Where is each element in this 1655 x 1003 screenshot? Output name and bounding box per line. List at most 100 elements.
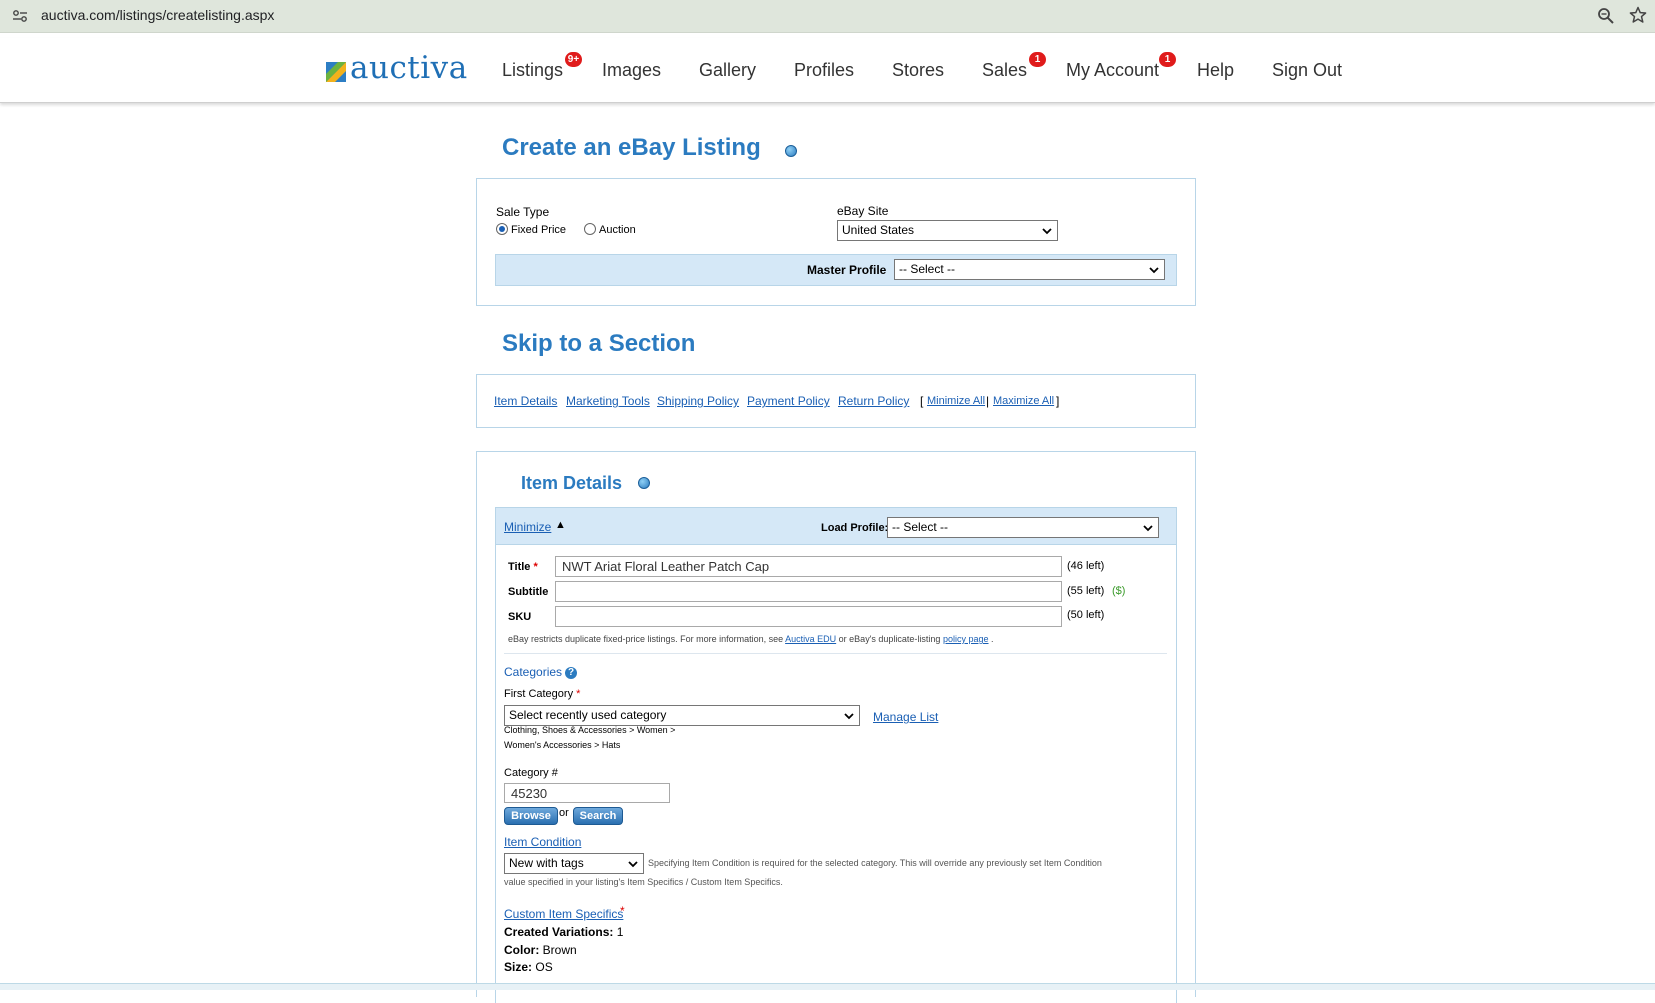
chevron-down-icon [844,712,854,719]
title-chars-left: (46 left) [1067,560,1105,572]
info-icon[interactable] [785,145,797,157]
ebay-site-select[interactable]: United States [837,220,1058,241]
master-profile-label: Master Profile [807,263,887,277]
nav-images[interactable]: Images [602,60,661,81]
dup-note-text-2: or eBay's duplicate-listing [838,634,941,644]
nav-gallery[interactable]: Gallery [699,60,756,81]
custom-item-specifics-link[interactable]: Custom Item Specifics [504,907,623,921]
chevron-down-icon [1143,524,1153,531]
created-variations-value: 1 [616,925,624,939]
minimize-link[interactable]: Minimize [504,520,551,534]
skip-link-marketing-tools[interactable]: Marketing Tools [566,394,650,408]
master-profile-bar: Master Profile -- Select -- [495,254,1177,286]
skip-link-payment-policy[interactable]: Payment Policy [747,394,830,408]
nav-sales-label: Sales [982,60,1028,80]
url-text[interactable]: auctiva.com/listings/createlisting.aspx [41,7,274,23]
skip-link-item-details[interactable]: Item Details [494,394,557,408]
browser-address-bar: auctiva.com/listings/createlisting.aspx [0,0,1655,33]
policy-page-link[interactable]: policy page [943,634,989,644]
auction-label: Auction [599,224,636,236]
sku-label: SKU [508,611,532,623]
nav-my-account-label: My Account [1066,60,1160,80]
auctiva-edu-link[interactable]: Auctiva EDU [785,634,836,644]
chevron-down-icon [1042,227,1052,234]
nav-my-account-badge: 1 [1159,52,1176,67]
item-details-title: Item Details [521,473,623,493]
category-number-label: Category # [504,767,558,779]
dup-note-text-3: . [991,634,994,644]
size-specific: Size: OS [504,960,553,974]
item-details-bar: Minimize ▲ Load Profile: -- Select -- [495,507,1177,545]
first-category-label-text: First Category [504,688,574,700]
color-specific: Color: Brown [504,943,577,957]
bookmark-star-icon[interactable] [1629,6,1647,24]
sku-chars-left: (50 left) [1067,609,1105,621]
dup-note-text-1: eBay restricts duplicate fixed-price lis… [508,634,784,644]
nav-gallery-label: Gallery [699,60,757,80]
recent-category-select[interactable]: Select recently used category [504,705,860,726]
nav-help-label: Help [1197,60,1235,80]
nav-listings-label: Listings [502,60,564,80]
ebay-site-label: eBay Site [837,204,889,218]
nav-profiles-label: Profiles [794,60,855,80]
nav-sales-badge: 1 [1029,52,1046,67]
nav-listings[interactable]: Listings 9+ [502,52,582,81]
skip-link-return-policy[interactable]: Return Policy [838,394,909,408]
nav-stores-label: Stores [892,60,945,80]
minimize-all-link[interactable]: Minimize All [927,395,985,407]
color-specific-value: Brown [542,943,577,957]
title-input[interactable]: NWT Ariat Floral Leather Patch Cap [555,556,1062,577]
zoom-icon[interactable] [1597,7,1615,25]
info-icon[interactable] [638,477,650,489]
search-button[interactable]: Search [573,807,623,825]
fixed-price-radio[interactable] [496,223,508,235]
master-profile-select[interactable]: -- Select -- [894,259,1165,280]
or-text: or [559,807,569,819]
manage-list-link[interactable]: Manage List [873,710,938,724]
load-profile-select[interactable]: -- Select -- [887,517,1159,538]
category-number-input[interactable]: 45230 [504,783,670,803]
maximize-all-link[interactable]: Maximize All [993,395,1054,407]
subtitle-fee-indicator: ($) [1112,585,1126,597]
nav-help[interactable]: Help [1197,60,1234,81]
ebay-site-value: United States [842,223,915,237]
bracket-close: ] [1056,394,1060,408]
separator: | [986,394,990,408]
category-path-line-2: Women's Accessories > Hats [504,740,621,750]
required-mark: * [576,688,581,700]
size-specific-label: Size: [504,960,533,974]
nav-sign-out[interactable]: Sign Out [1272,60,1342,81]
master-profile-value: -- Select -- [899,262,956,276]
item-condition-link[interactable]: Item Condition [504,835,581,849]
nav-my-account[interactable]: My Account 1 [1066,52,1176,81]
nav-profiles[interactable]: Profiles [794,60,854,81]
auction-radio[interactable] [584,223,596,235]
item-condition-value: New with tags [509,856,584,870]
subtitle-input[interactable] [555,581,1062,602]
sale-settings-panel: Sale Type Fixed Price Auction eBay Site … [476,178,1196,306]
collapse-arrow-icon[interactable]: ▲ [555,519,566,531]
nav-sign-out-label: Sign Out [1272,60,1343,80]
duplicate-listing-note: eBay restricts duplicate fixed-price lis… [508,634,994,644]
required-mark: * [620,904,625,918]
browse-button[interactable]: Browse [504,807,558,825]
sku-input[interactable] [555,606,1062,627]
sale-type-label: Sale Type [496,205,550,219]
nav-listings-badge: 9+ [565,52,582,67]
nav-sales[interactable]: Sales 1 [982,52,1046,81]
skip-link-shipping-policy[interactable]: Shipping Policy [657,394,739,408]
created-variations-label: Created Variations: [504,925,614,939]
size-specific-value: OS [535,960,553,974]
created-variations: Created Variations: 1 [504,925,623,939]
nav-stores[interactable]: Stores [892,60,944,81]
categories-label: Categories [504,665,563,679]
load-profile-value: -- Select -- [892,520,949,534]
recent-category-value: Select recently used category [509,708,667,722]
title-label-text: Title [508,561,531,573]
site-settings-icon[interactable] [12,8,28,24]
divider [504,653,1167,654]
fixed-price-label: Fixed Price [511,224,567,236]
item-condition-select[interactable]: New with tags [504,853,644,874]
auctiva-logo-icon [326,62,346,82]
help-icon[interactable]: ? [565,667,577,679]
